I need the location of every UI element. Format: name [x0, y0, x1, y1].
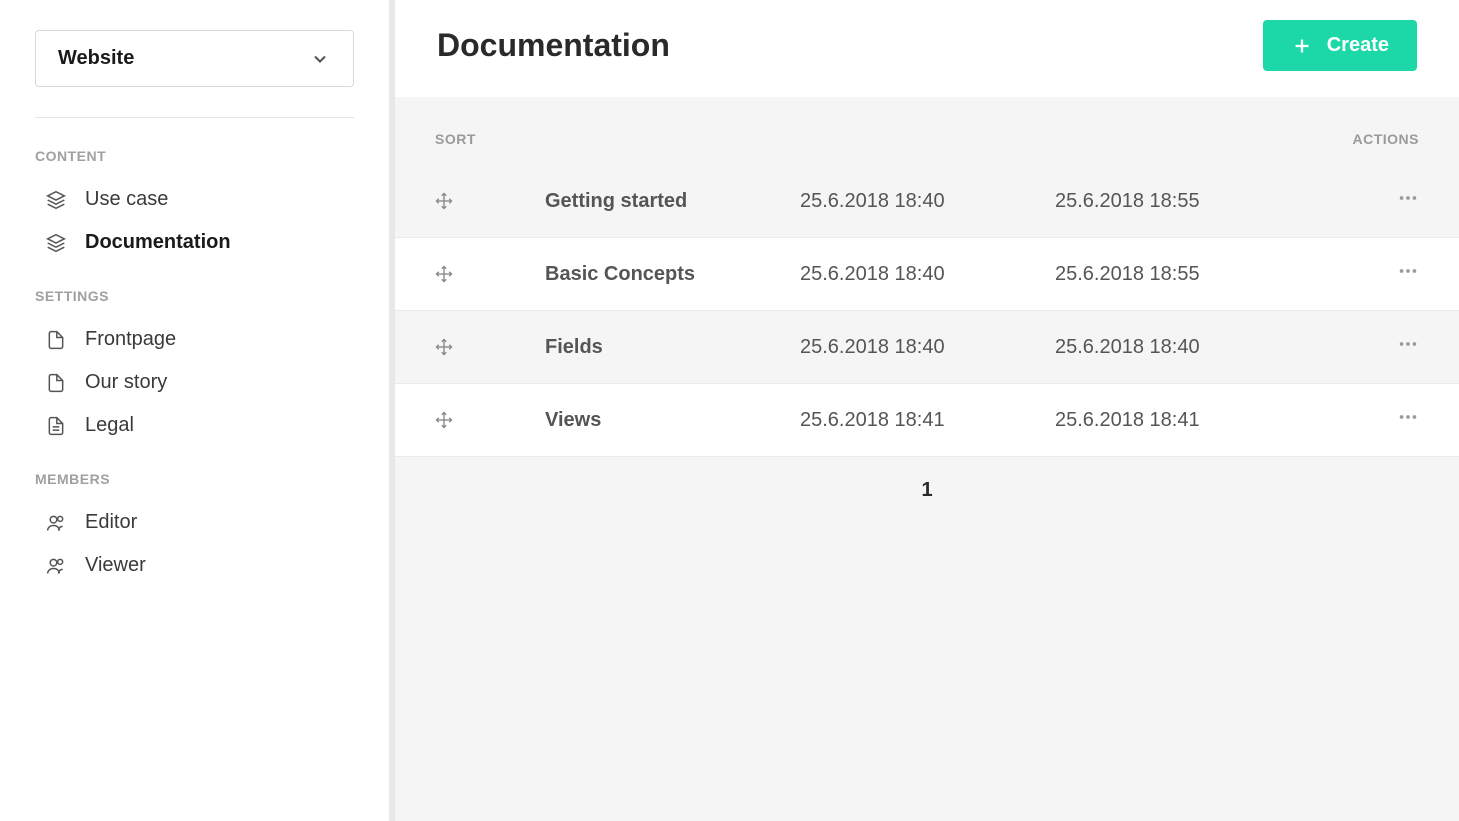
row-updated: 25.6.2018 18:40	[1055, 336, 1309, 359]
row-actions-button[interactable]	[1397, 406, 1419, 428]
section-label-members: MEMBERS	[35, 471, 354, 487]
sidebar-item-viewer[interactable]: Viewer	[35, 544, 354, 587]
row-title: Views	[545, 409, 800, 432]
row-updated: 25.6.2018 18:55	[1055, 190, 1309, 213]
row-title: Basic Concepts	[545, 263, 800, 286]
nav-section-content: CONTENT Use case Documentation	[35, 148, 354, 264]
row-updated: 25.6.2018 18:55	[1055, 263, 1309, 286]
drag-handle-icon[interactable]	[435, 265, 453, 283]
sidebar-divider	[35, 117, 354, 118]
row-title: Fields	[545, 336, 800, 359]
table-header: SORT ACTIONS	[395, 97, 1459, 165]
row-title: Getting started	[545, 190, 800, 213]
page-title: Documentation	[437, 27, 670, 64]
table-row[interactable]: Basic Concepts25.6.2018 18:4025.6.2018 1…	[395, 238, 1459, 311]
drag-handle-icon[interactable]	[435, 338, 453, 356]
doc-icon	[45, 415, 67, 437]
chevron-down-icon	[309, 48, 331, 70]
sidebar-item-editor[interactable]: Editor	[35, 501, 354, 544]
page-header: Documentation Create	[395, 0, 1459, 97]
row-updated: 25.6.2018 18:41	[1055, 409, 1309, 432]
project-select-label: Website	[58, 47, 134, 70]
table-row[interactable]: Fields25.6.2018 18:4025.6.2018 18:40	[395, 311, 1459, 384]
users-icon	[45, 555, 67, 577]
sidebar-item-label: Documentation	[85, 231, 231, 254]
row-created: 25.6.2018 18:40	[800, 336, 1055, 359]
column-header-sort: SORT	[435, 131, 545, 147]
sidebar-item-label: Editor	[85, 511, 137, 534]
content-table: SORT ACTIONS Getting started25.6.2018 18…	[395, 97, 1459, 821]
row-created: 25.6.2018 18:41	[800, 409, 1055, 432]
section-label-settings: SETTINGS	[35, 288, 354, 304]
layers-icon	[45, 189, 67, 211]
page-icon	[45, 329, 67, 351]
drag-handle-icon[interactable]	[435, 192, 453, 210]
sidebar-item-label: Legal	[85, 414, 134, 437]
sidebar-item-legal[interactable]: Legal	[35, 404, 354, 447]
sidebar: Website CONTENT Use case Documentation S…	[0, 0, 395, 821]
row-created: 25.6.2018 18:40	[800, 263, 1055, 286]
row-actions-button[interactable]	[1397, 260, 1419, 282]
create-button-label: Create	[1327, 34, 1389, 57]
row-created: 25.6.2018 18:40	[800, 190, 1055, 213]
row-actions-button[interactable]	[1397, 187, 1419, 209]
sidebar-item-our-story[interactable]: Our story	[35, 361, 354, 404]
create-button[interactable]: Create	[1263, 20, 1417, 71]
plus-icon	[1291, 35, 1313, 57]
nav-section-members: MEMBERS Editor Viewer	[35, 471, 354, 587]
drag-handle-icon[interactable]	[435, 411, 453, 429]
pagination: 1	[395, 457, 1459, 524]
sidebar-item-documentation[interactable]: Documentation	[35, 221, 354, 264]
layers-icon	[45, 232, 67, 254]
row-actions-button[interactable]	[1397, 333, 1419, 355]
nav-section-settings: SETTINGS Frontpage Our story Legal	[35, 288, 354, 447]
section-label-content: CONTENT	[35, 148, 354, 164]
sidebar-item-frontpage[interactable]: Frontpage	[35, 318, 354, 361]
users-icon	[45, 512, 67, 534]
column-header-actions: ACTIONS	[1309, 131, 1419, 147]
sidebar-item-label: Viewer	[85, 554, 146, 577]
main-content: Documentation Create SORT ACTIONS Gettin…	[395, 0, 1459, 821]
project-select[interactable]: Website	[35, 30, 354, 87]
pagination-page[interactable]: 1	[921, 479, 932, 501]
table-row[interactable]: Views25.6.2018 18:4125.6.2018 18:41	[395, 384, 1459, 457]
sidebar-item-label: Our story	[85, 371, 167, 394]
page-icon	[45, 372, 67, 394]
sidebar-item-label: Frontpage	[85, 328, 176, 351]
table-row[interactable]: Getting started25.6.2018 18:4025.6.2018 …	[395, 165, 1459, 238]
sidebar-item-use-case[interactable]: Use case	[35, 178, 354, 221]
sidebar-item-label: Use case	[85, 188, 168, 211]
